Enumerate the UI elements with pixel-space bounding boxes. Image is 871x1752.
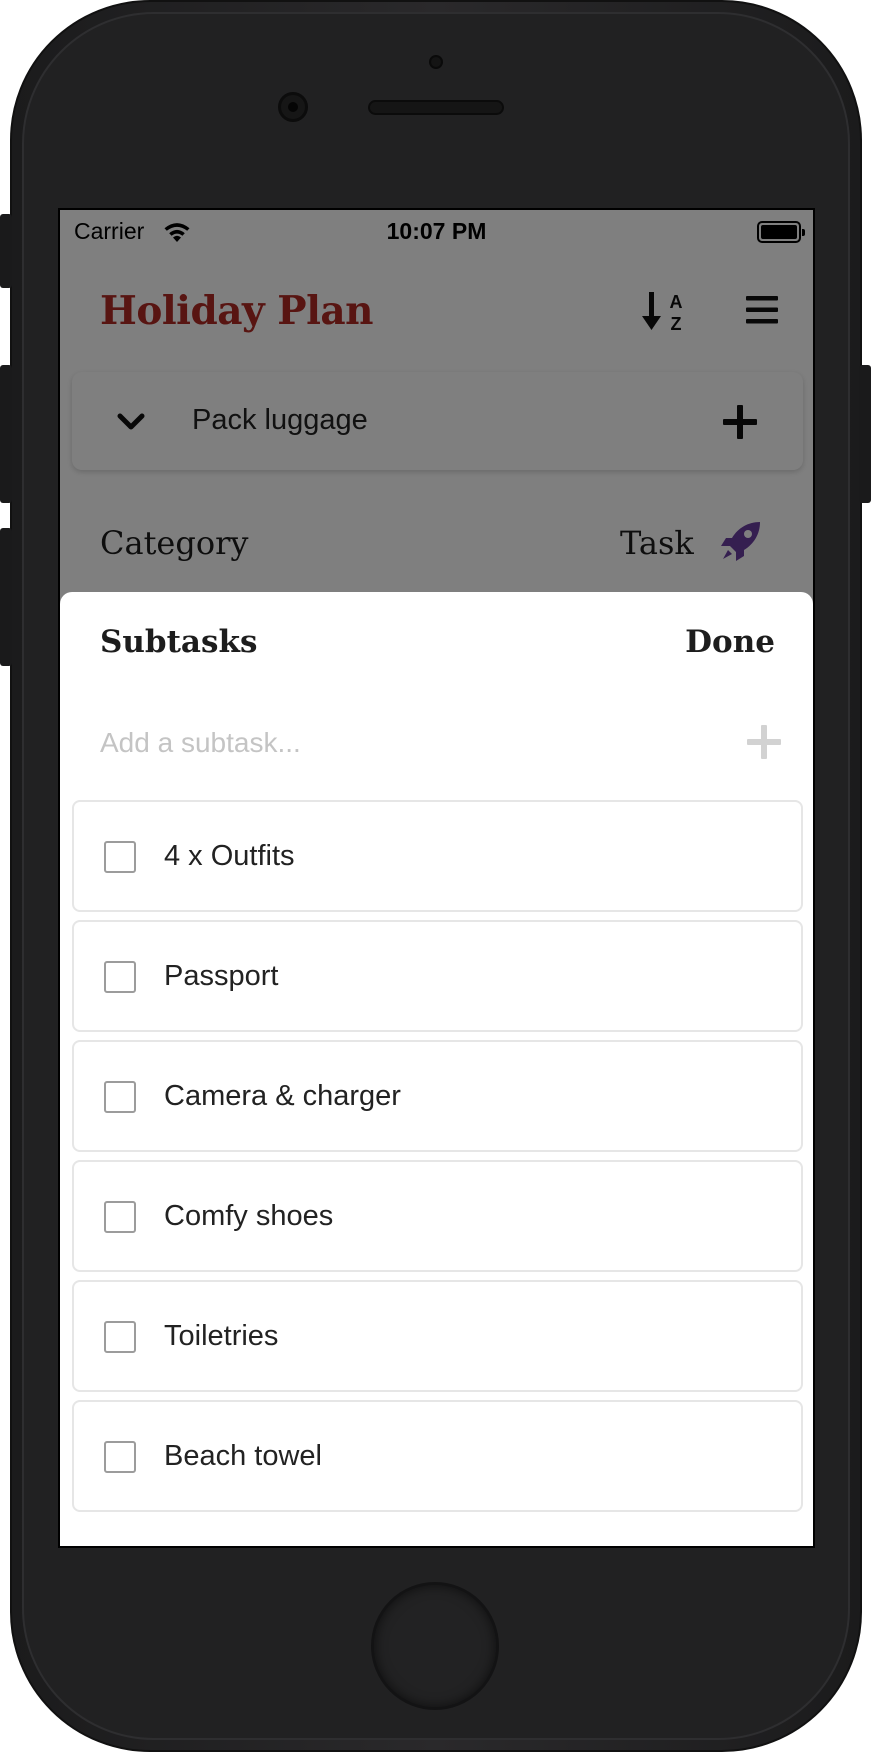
subtask-checkbox[interactable] [104, 1201, 136, 1233]
subtask-checkbox[interactable] [104, 961, 136, 993]
subtask-item[interactable]: Toiletries [72, 1280, 803, 1392]
done-button[interactable]: Done [685, 624, 775, 660]
subtask-label: 4 x Outfits [164, 840, 295, 872]
subtasks-sheet: Subtasks Done 4 x Outfits Passport Camer… [60, 592, 813, 1546]
volume-down-button [0, 528, 12, 666]
front-camera [278, 92, 308, 122]
volume-up-button [0, 365, 12, 503]
subtask-item[interactable]: Passport [72, 920, 803, 1032]
subtask-item[interactable]: Camera & charger [72, 1040, 803, 1152]
subtask-item[interactable]: 4 x Outfits [72, 800, 803, 912]
subtask-label: Comfy shoes [164, 1200, 334, 1232]
subtask-checkbox[interactable] [104, 841, 136, 873]
subtask-checkbox[interactable] [104, 1321, 136, 1353]
subtask-list: 4 x Outfits Passport Camera & charger Co… [72, 800, 803, 1520]
earpiece-speaker [368, 100, 504, 115]
subtask-label: Passport [164, 960, 279, 992]
sheet-title: Subtasks [100, 624, 258, 660]
power-button [859, 365, 871, 503]
proximity-sensor [429, 55, 443, 69]
subtask-item[interactable]: Comfy shoes [72, 1160, 803, 1272]
subtask-label: Toiletries [164, 1320, 279, 1352]
silent-switch [0, 214, 12, 288]
screen: Carrier 10:07 PM Holiday Plan A Z [58, 208, 815, 1548]
subtask-label: Camera & charger [164, 1080, 401, 1112]
home-button[interactable] [371, 1582, 499, 1710]
subtask-item[interactable]: Beach towel [72, 1400, 803, 1512]
subtask-checkbox[interactable] [104, 1441, 136, 1473]
subtask-checkbox[interactable] [104, 1081, 136, 1113]
add-subtask-input[interactable] [100, 720, 700, 766]
add-subtask-plus-icon[interactable] [744, 722, 784, 762]
subtask-label: Beach towel [164, 1440, 322, 1472]
